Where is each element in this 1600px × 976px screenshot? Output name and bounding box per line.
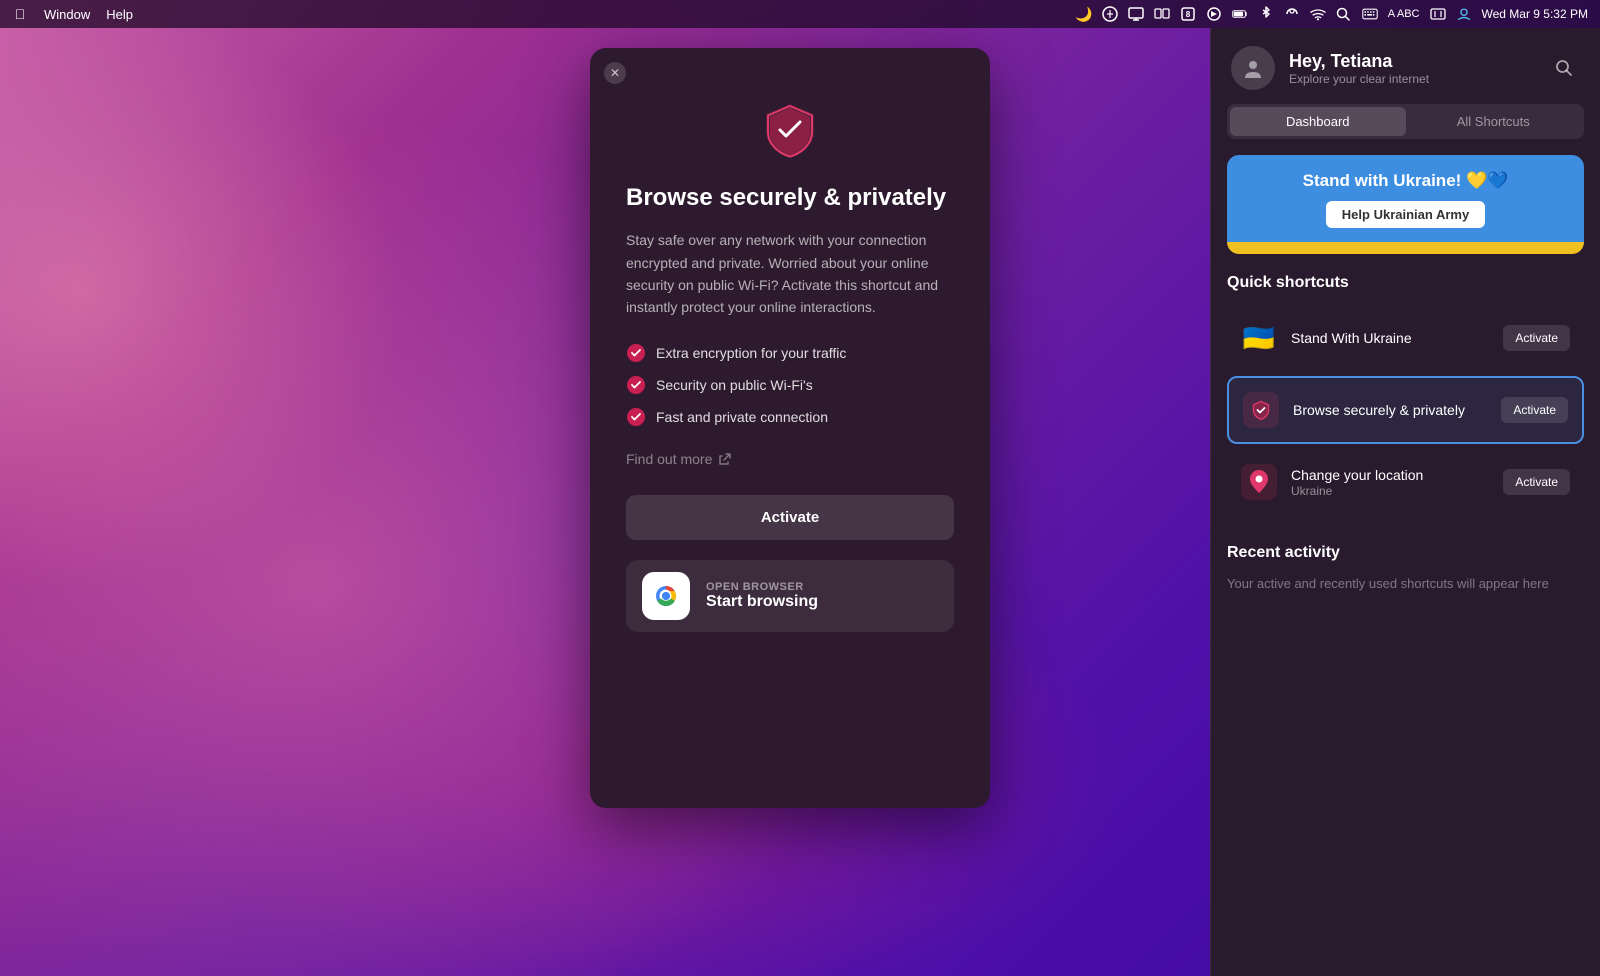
- feature-3-text: Fast and private connection: [656, 409, 828, 425]
- map-pin-icon: [1248, 469, 1270, 495]
- shortcut-ukraine: 🇺🇦 Stand With Ukraine Activate: [1227, 306, 1584, 370]
- flightradar-icon: [1102, 6, 1118, 22]
- panel-content: Browse securely & privately Stay safe ov…: [590, 48, 990, 808]
- shortcut-browse-activate[interactable]: Activate: [1501, 397, 1568, 423]
- ukraine-banner: Stand with Ukraine! 💛💙 Help Ukrainian Ar…: [1227, 155, 1584, 254]
- airdrop-icon: [1456, 6, 1472, 22]
- shortcut-location-activate[interactable]: Activate: [1503, 469, 1570, 495]
- search-magnifier-icon: [1336, 6, 1352, 22]
- bluetooth-icon: [1258, 6, 1274, 22]
- check-icon-3: [626, 407, 646, 427]
- datetime: Wed Mar 9 5:32 PM: [1482, 7, 1589, 21]
- open-browser-label: OPEN BROWSER: [706, 581, 818, 593]
- quick-shortcuts-title: Quick shortcuts: [1227, 274, 1584, 292]
- shortcut-location-text: Change your location Ukraine: [1291, 466, 1489, 498]
- moon-icon: 🌙: [1076, 6, 1092, 22]
- shortcut-location: Change your location Ukraine Activate: [1227, 450, 1584, 514]
- abc-input-label: A ABC: [1388, 8, 1420, 20]
- quick-shortcuts-section: Quick shortcuts 🇺🇦 Stand With Ukraine Ac…: [1211, 274, 1600, 520]
- shortcut-ukraine-activate[interactable]: Activate: [1503, 325, 1570, 351]
- user-info: Hey, Tetiana Explore your clear internet: [1289, 51, 1534, 86]
- open-browser-text: OPEN BROWSER Start browsing: [706, 581, 818, 611]
- shortcut-browse-text: Browse securely & privately: [1293, 401, 1487, 419]
- feature-2-text: Security on public Wi-Fi's: [656, 377, 813, 393]
- feature-wifi: Security on public Wi-Fi's: [626, 375, 954, 395]
- menu-help[interactable]: Help: [106, 7, 133, 22]
- external-link-icon: [718, 452, 732, 466]
- panel-description: Stay safe over any network with your con…: [626, 229, 954, 319]
- shield-check-icon: [1249, 398, 1273, 422]
- feature-encryption: Extra encryption for your traffic: [626, 343, 954, 363]
- avatar-icon: [1241, 56, 1265, 80]
- recent-activity: Recent activity Your active and recently…: [1211, 528, 1600, 594]
- recent-activity-title: Recent activity: [1227, 544, 1584, 562]
- apple-logo-icon: : [12, 6, 28, 22]
- user-avatar: [1231, 46, 1275, 90]
- tab-dashboard[interactable]: Dashboard: [1230, 107, 1406, 136]
- menubar:  Window Help 🌙 8: [0, 0, 1600, 28]
- open-browser-bar[interactable]: OPEN BROWSER Start browsing: [626, 560, 954, 632]
- menubar-right: 🌙 8: [1076, 6, 1588, 22]
- ukraine-title: Stand with Ukraine! 💛💙: [1245, 171, 1566, 191]
- ukraine-banner-yellow: [1227, 242, 1584, 254]
- menu-window[interactable]: Window: [44, 7, 90, 22]
- feature-fast: Fast and private connection: [626, 407, 954, 427]
- shortcut-browse: Browse securely & privately Activate: [1227, 376, 1584, 444]
- mirror-icon: [1154, 6, 1170, 22]
- check-icon-1: [626, 343, 646, 363]
- user-subtitle: Explore your clear internet: [1289, 72, 1534, 86]
- search-button[interactable]: [1548, 52, 1580, 84]
- find-out-more-text: Find out more: [626, 451, 712, 467]
- claquette-icon: [1206, 6, 1222, 22]
- right-sidebar: Hey, Tetiana Explore your clear internet…: [1210, 28, 1600, 976]
- ukraine-help-button[interactable]: Help Ukrainian Army: [1326, 201, 1485, 228]
- shortcut-ukraine-name: Stand With Ukraine: [1291, 329, 1489, 347]
- shortcut-ukraine-text: Stand With Ukraine: [1291, 329, 1489, 347]
- chrome-icon: [642, 572, 690, 620]
- shortcut-location-sub: Ukraine: [1291, 484, 1489, 498]
- panel-title: Browse securely & privately: [626, 182, 954, 213]
- feature-1-text: Extra encryption for your traffic: [656, 345, 846, 361]
- shortcut-location-name: Change your location: [1291, 466, 1489, 484]
- display-icon: [1128, 6, 1144, 22]
- recent-empty-state: Your active and recently used shortcuts …: [1227, 574, 1584, 594]
- battery-icon: [1232, 6, 1248, 22]
- chrome-svg-icon: [650, 580, 682, 612]
- ukraine-banner-top: Stand with Ukraine! 💛💙 Help Ukrainian Ar…: [1227, 155, 1584, 242]
- keyboard-icon: [1362, 6, 1378, 22]
- menubar-left:  Window Help: [12, 6, 133, 22]
- svg-text:8: 8: [1185, 10, 1190, 19]
- close-button[interactable]: ✕: [604, 62, 626, 84]
- location-icon: [1241, 464, 1277, 500]
- ukraine-flag-icon: 🇺🇦: [1241, 320, 1277, 356]
- search-icon: [1555, 59, 1573, 77]
- check-icon-2: [626, 375, 646, 395]
- browse-shield-icon: [1243, 392, 1279, 428]
- wifi-icon: [1310, 6, 1326, 22]
- start-browsing-label: Start browsing: [706, 593, 818, 611]
- user-greeting: Hey, Tetiana: [1289, 51, 1534, 72]
- sidebar-header: Hey, Tetiana Explore your clear internet: [1211, 28, 1600, 104]
- mirror2-icon: [1430, 6, 1446, 22]
- screentime-icon: 8: [1180, 6, 1196, 22]
- find-out-more-link[interactable]: Find out more: [626, 451, 954, 467]
- shield-icon: [758, 98, 822, 162]
- main-panel: ✕ Browse securely & privately Stay safe …: [590, 48, 990, 808]
- tab-all-shortcuts[interactable]: All Shortcuts: [1406, 107, 1582, 136]
- shield-icon-wrapper: [626, 98, 954, 162]
- shortcut-browse-name: Browse securely & privately: [1293, 401, 1487, 419]
- sidebar-tabs: Dashboard All Shortcuts: [1227, 104, 1584, 139]
- airplay-icon: [1284, 6, 1300, 22]
- activate-button[interactable]: Activate: [626, 495, 954, 540]
